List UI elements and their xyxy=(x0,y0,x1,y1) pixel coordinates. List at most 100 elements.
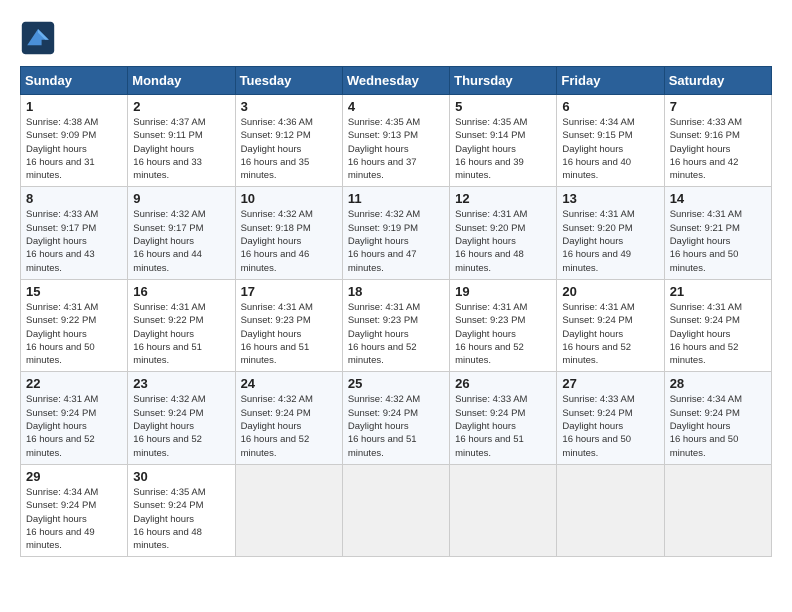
day-number: 30 xyxy=(133,469,229,484)
day-number: 27 xyxy=(562,376,658,391)
calendar-day-cell: 9 Sunrise: 4:32 AM Sunset: 9:17 PM Dayli… xyxy=(128,187,235,279)
day-info: Sunrise: 4:32 AM Sunset: 9:19 PM Dayligh… xyxy=(348,208,444,274)
calendar-day-cell: 26 Sunrise: 4:33 AM Sunset: 9:24 PM Dayl… xyxy=(450,372,557,464)
calendar-body: 1 Sunrise: 4:38 AM Sunset: 9:09 PM Dayli… xyxy=(21,95,772,557)
day-info: Sunrise: 4:35 AM Sunset: 9:14 PM Dayligh… xyxy=(455,116,551,182)
day-info: Sunrise: 4:31 AM Sunset: 9:22 PM Dayligh… xyxy=(133,301,229,367)
day-number: 20 xyxy=(562,284,658,299)
calendar-header-row: SundayMondayTuesdayWednesdayThursdayFrid… xyxy=(21,67,772,95)
day-number: 18 xyxy=(348,284,444,299)
calendar-day-cell: 8 Sunrise: 4:33 AM Sunset: 9:17 PM Dayli… xyxy=(21,187,128,279)
calendar-week-row: 15 Sunrise: 4:31 AM Sunset: 9:22 PM Dayl… xyxy=(21,279,772,371)
day-number: 16 xyxy=(133,284,229,299)
day-info: Sunrise: 4:34 AM Sunset: 9:24 PM Dayligh… xyxy=(670,393,766,459)
calendar-day-cell: 29 Sunrise: 4:34 AM Sunset: 9:24 PM Dayl… xyxy=(21,464,128,556)
calendar-day-header: Sunday xyxy=(21,67,128,95)
day-info: Sunrise: 4:31 AM Sunset: 9:21 PM Dayligh… xyxy=(670,208,766,274)
calendar-day-cell: 1 Sunrise: 4:38 AM Sunset: 9:09 PM Dayli… xyxy=(21,95,128,187)
day-number: 19 xyxy=(455,284,551,299)
calendar-day-cell xyxy=(557,464,664,556)
calendar-day-cell: 27 Sunrise: 4:33 AM Sunset: 9:24 PM Dayl… xyxy=(557,372,664,464)
day-number: 22 xyxy=(26,376,122,391)
calendar-day-cell: 12 Sunrise: 4:31 AM Sunset: 9:20 PM Dayl… xyxy=(450,187,557,279)
logo-icon xyxy=(20,20,56,56)
day-number: 10 xyxy=(241,191,337,206)
calendar-day-cell: 10 Sunrise: 4:32 AM Sunset: 9:18 PM Dayl… xyxy=(235,187,342,279)
day-number: 21 xyxy=(670,284,766,299)
calendar-day-cell: 19 Sunrise: 4:31 AM Sunset: 9:23 PM Dayl… xyxy=(450,279,557,371)
day-info: Sunrise: 4:33 AM Sunset: 9:24 PM Dayligh… xyxy=(562,393,658,459)
day-info: Sunrise: 4:31 AM Sunset: 9:23 PM Dayligh… xyxy=(348,301,444,367)
calendar-day-cell: 21 Sunrise: 4:31 AM Sunset: 9:24 PM Dayl… xyxy=(664,279,771,371)
day-number: 6 xyxy=(562,99,658,114)
calendar-day-cell xyxy=(342,464,449,556)
calendar-day-cell: 3 Sunrise: 4:36 AM Sunset: 9:12 PM Dayli… xyxy=(235,95,342,187)
day-number: 4 xyxy=(348,99,444,114)
calendar-day-cell: 25 Sunrise: 4:32 AM Sunset: 9:24 PM Dayl… xyxy=(342,372,449,464)
calendar-week-row: 8 Sunrise: 4:33 AM Sunset: 9:17 PM Dayli… xyxy=(21,187,772,279)
day-number: 15 xyxy=(26,284,122,299)
day-info: Sunrise: 4:31 AM Sunset: 9:23 PM Dayligh… xyxy=(455,301,551,367)
calendar-week-row: 29 Sunrise: 4:34 AM Sunset: 9:24 PM Dayl… xyxy=(21,464,772,556)
calendar-table: SundayMondayTuesdayWednesdayThursdayFrid… xyxy=(20,66,772,557)
day-number: 12 xyxy=(455,191,551,206)
calendar-day-cell: 23 Sunrise: 4:32 AM Sunset: 9:24 PM Dayl… xyxy=(128,372,235,464)
calendar-day-header: Friday xyxy=(557,67,664,95)
calendar-day-header: Wednesday xyxy=(342,67,449,95)
day-info: Sunrise: 4:32 AM Sunset: 9:24 PM Dayligh… xyxy=(133,393,229,459)
calendar-day-cell: 18 Sunrise: 4:31 AM Sunset: 9:23 PM Dayl… xyxy=(342,279,449,371)
day-info: Sunrise: 4:32 AM Sunset: 9:18 PM Dayligh… xyxy=(241,208,337,274)
calendar-day-cell: 20 Sunrise: 4:31 AM Sunset: 9:24 PM Dayl… xyxy=(557,279,664,371)
calendar-week-row: 1 Sunrise: 4:38 AM Sunset: 9:09 PM Dayli… xyxy=(21,95,772,187)
calendar-day-cell: 22 Sunrise: 4:31 AM Sunset: 9:24 PM Dayl… xyxy=(21,372,128,464)
day-number: 9 xyxy=(133,191,229,206)
day-number: 28 xyxy=(670,376,766,391)
day-number: 3 xyxy=(241,99,337,114)
calendar-day-cell: 17 Sunrise: 4:31 AM Sunset: 9:23 PM Dayl… xyxy=(235,279,342,371)
calendar-day-cell xyxy=(235,464,342,556)
day-info: Sunrise: 4:31 AM Sunset: 9:24 PM Dayligh… xyxy=(562,301,658,367)
day-number: 11 xyxy=(348,191,444,206)
day-number: 17 xyxy=(241,284,337,299)
calendar-day-header: Monday xyxy=(128,67,235,95)
calendar-day-header: Tuesday xyxy=(235,67,342,95)
day-info: Sunrise: 4:32 AM Sunset: 9:24 PM Dayligh… xyxy=(348,393,444,459)
day-number: 1 xyxy=(26,99,122,114)
calendar-day-cell: 24 Sunrise: 4:32 AM Sunset: 9:24 PM Dayl… xyxy=(235,372,342,464)
day-info: Sunrise: 4:31 AM Sunset: 9:23 PM Dayligh… xyxy=(241,301,337,367)
day-number: 24 xyxy=(241,376,337,391)
day-info: Sunrise: 4:31 AM Sunset: 9:20 PM Dayligh… xyxy=(562,208,658,274)
page-header xyxy=(20,20,772,56)
day-number: 5 xyxy=(455,99,551,114)
calendar-day-cell: 2 Sunrise: 4:37 AM Sunset: 9:11 PM Dayli… xyxy=(128,95,235,187)
calendar-day-header: Saturday xyxy=(664,67,771,95)
day-info: Sunrise: 4:33 AM Sunset: 9:16 PM Dayligh… xyxy=(670,116,766,182)
calendar-day-cell: 11 Sunrise: 4:32 AM Sunset: 9:19 PM Dayl… xyxy=(342,187,449,279)
calendar-day-cell: 30 Sunrise: 4:35 AM Sunset: 9:24 PM Dayl… xyxy=(128,464,235,556)
day-info: Sunrise: 4:33 AM Sunset: 9:17 PM Dayligh… xyxy=(26,208,122,274)
calendar-day-cell: 16 Sunrise: 4:31 AM Sunset: 9:22 PM Dayl… xyxy=(128,279,235,371)
day-info: Sunrise: 4:34 AM Sunset: 9:24 PM Dayligh… xyxy=(26,486,122,552)
day-info: Sunrise: 4:38 AM Sunset: 9:09 PM Dayligh… xyxy=(26,116,122,182)
day-info: Sunrise: 4:34 AM Sunset: 9:15 PM Dayligh… xyxy=(562,116,658,182)
day-info: Sunrise: 4:32 AM Sunset: 9:24 PM Dayligh… xyxy=(241,393,337,459)
day-number: 7 xyxy=(670,99,766,114)
calendar-day-cell: 6 Sunrise: 4:34 AM Sunset: 9:15 PM Dayli… xyxy=(557,95,664,187)
calendar-day-cell: 7 Sunrise: 4:33 AM Sunset: 9:16 PM Dayli… xyxy=(664,95,771,187)
day-number: 8 xyxy=(26,191,122,206)
day-info: Sunrise: 4:32 AM Sunset: 9:17 PM Dayligh… xyxy=(133,208,229,274)
calendar-week-row: 22 Sunrise: 4:31 AM Sunset: 9:24 PM Dayl… xyxy=(21,372,772,464)
day-info: Sunrise: 4:37 AM Sunset: 9:11 PM Dayligh… xyxy=(133,116,229,182)
day-info: Sunrise: 4:31 AM Sunset: 9:22 PM Dayligh… xyxy=(26,301,122,367)
day-info: Sunrise: 4:33 AM Sunset: 9:24 PM Dayligh… xyxy=(455,393,551,459)
calendar-day-cell: 5 Sunrise: 4:35 AM Sunset: 9:14 PM Dayli… xyxy=(450,95,557,187)
day-info: Sunrise: 4:31 AM Sunset: 9:24 PM Dayligh… xyxy=(670,301,766,367)
day-info: Sunrise: 4:31 AM Sunset: 9:24 PM Dayligh… xyxy=(26,393,122,459)
calendar-day-cell xyxy=(664,464,771,556)
day-info: Sunrise: 4:35 AM Sunset: 9:13 PM Dayligh… xyxy=(348,116,444,182)
day-number: 13 xyxy=(562,191,658,206)
calendar-day-header: Thursday xyxy=(450,67,557,95)
calendar-day-cell: 4 Sunrise: 4:35 AM Sunset: 9:13 PM Dayli… xyxy=(342,95,449,187)
calendar-day-cell: 13 Sunrise: 4:31 AM Sunset: 9:20 PM Dayl… xyxy=(557,187,664,279)
day-info: Sunrise: 4:35 AM Sunset: 9:24 PM Dayligh… xyxy=(133,486,229,552)
